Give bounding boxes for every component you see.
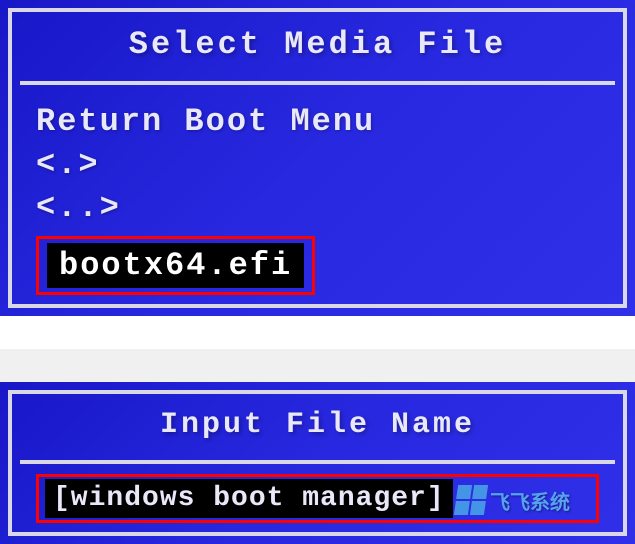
select-media-file-panel: Select Media File Return Boot Menu <.> <… bbox=[0, 0, 635, 316]
input-panel-title: Input File Name bbox=[12, 394, 623, 460]
panel-title: Select Media File bbox=[12, 12, 623, 81]
input-highlight: [windows boot manager] 飞飞系统 bbox=[36, 474, 599, 523]
input-file-name-panel: Input File Name [windows boot manager] 飞… bbox=[0, 382, 635, 544]
watermark-text: 飞飞系统 bbox=[490, 486, 570, 515]
return-boot-menu-item[interactable]: Return Boot Menu bbox=[36, 103, 599, 140]
selected-file-item[interactable]: bootx64.efi bbox=[47, 243, 304, 288]
dir-parent-item[interactable]: <..> bbox=[36, 189, 599, 226]
panel-gap bbox=[0, 316, 635, 349]
selected-file-highlight: bootx64.efi bbox=[36, 236, 315, 295]
dir-current-item[interactable]: <.> bbox=[36, 146, 599, 183]
file-name-input[interactable]: [windows boot manager] bbox=[45, 479, 453, 518]
file-list: Return Boot Menu <.> <..> bootx64.efi bbox=[12, 85, 623, 313]
